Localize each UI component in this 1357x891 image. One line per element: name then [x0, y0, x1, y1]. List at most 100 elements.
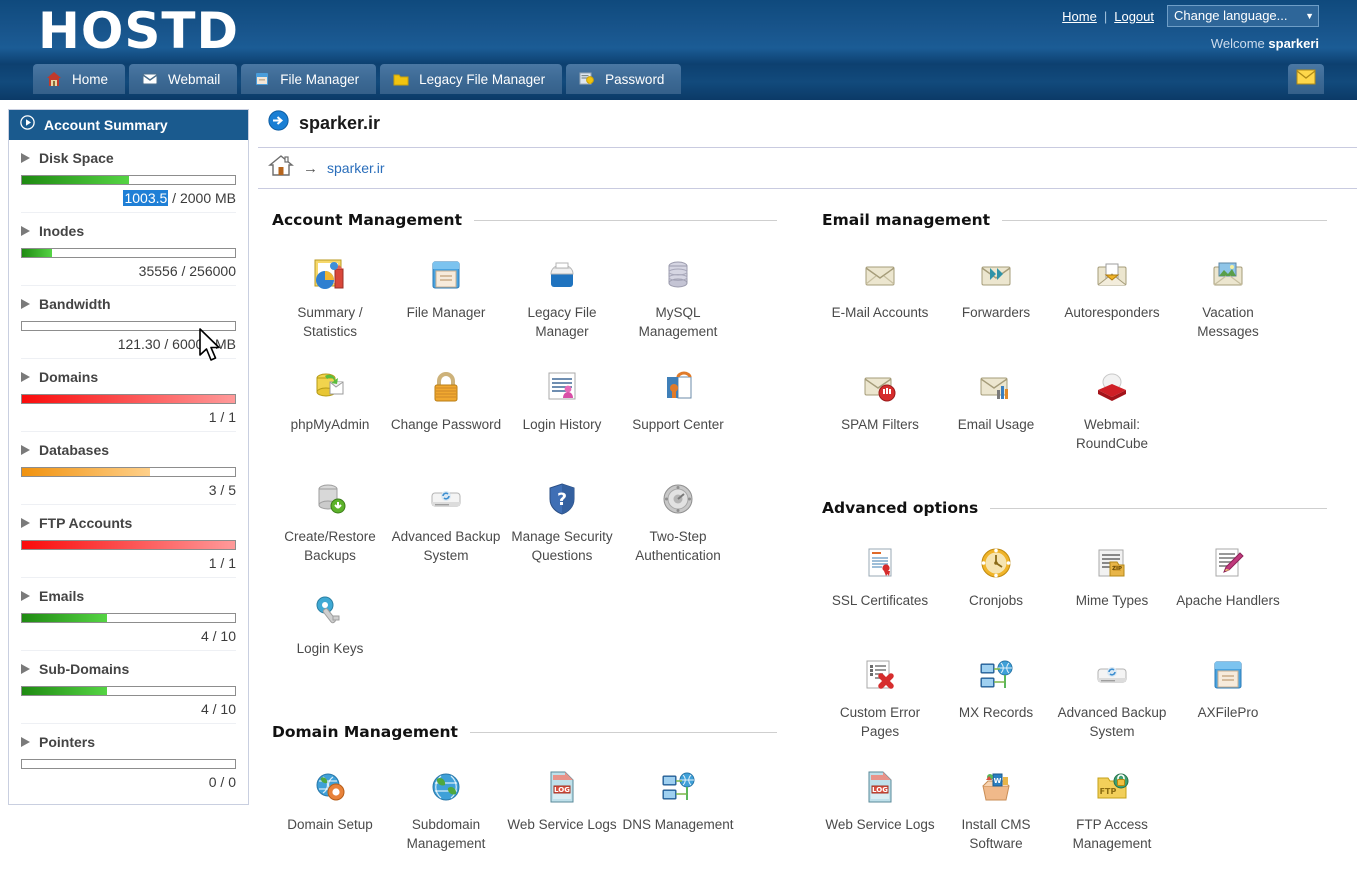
triangle-right-icon	[21, 737, 30, 747]
sidebar-resource-bandwidth[interactable]: Bandwidth 121.30 / 60000 MB	[21, 286, 236, 359]
sidebar-resource-ftp-accounts[interactable]: FTP Accounts 1 / 1	[21, 505, 236, 578]
tool-manage-security-questions[interactable]: ? Manage Security Questions	[504, 475, 620, 587]
header-logout-link[interactable]: Logout	[1114, 9, 1154, 24]
tool-ssl-certificates[interactable]: SSL Certificates	[822, 539, 938, 651]
house-icon	[45, 70, 63, 88]
tool-web-service-logs[interactable]: LOG Web Service Logs	[822, 763, 938, 875]
sidebar-resource-pointers[interactable]: Pointers 0 / 0	[21, 724, 236, 796]
tool-two-step-authentication[interactable]: Two-Step Authentication	[620, 475, 736, 587]
key-icon	[310, 591, 350, 631]
section-email-management: Email management E-Mail Accounts Forwarder…	[822, 211, 1327, 475]
tool-domain-setup[interactable]: Domain Setup	[272, 763, 388, 875]
resource-label-row: Domains	[21, 369, 236, 385]
tab-webmail[interactable]: Webmail	[129, 64, 238, 94]
chart-pie-icon	[310, 255, 350, 295]
tool-file-manager[interactable]: File Manager	[388, 251, 504, 363]
triangle-right-icon	[21, 591, 30, 601]
sidebar-resource-sub-domains[interactable]: Sub-Domains 4 / 10	[21, 651, 236, 724]
tab-legacy-file-manager[interactable]: Legacy File Manager	[380, 64, 563, 94]
tool-mysql-management[interactable]: MySQL Management	[620, 251, 736, 363]
usage-progress-bar	[21, 321, 236, 331]
section-title: Account Management	[272, 211, 462, 229]
tab-home[interactable]: Home	[33, 64, 126, 94]
resource-label-row: Bandwidth	[21, 296, 236, 312]
network-globe-icon	[658, 767, 698, 807]
section-header: Email management	[822, 211, 1327, 229]
tool-subdomain-management[interactable]: Subdomain Management	[388, 763, 504, 875]
document-error-icon	[860, 655, 900, 695]
tool-summary-statistics[interactable]: Summary / Statistics	[272, 251, 388, 363]
envelope-icon	[1296, 69, 1316, 90]
usage-value: 4 / 10	[21, 628, 236, 644]
tool-label: DNS Management	[622, 817, 734, 832]
tool-label: Login History	[522, 417, 602, 432]
sidebar-resource-databases[interactable]: Databases 3 / 5	[21, 432, 236, 505]
resource-name: FTP Accounts	[39, 515, 133, 531]
main-navigation-bar: Home Webmail File Manager Legacy File Ma…	[0, 64, 1357, 100]
tool-e-mail-accounts[interactable]: E-Mail Accounts	[822, 251, 938, 363]
tool-advanced-backup-system[interactable]: Advanced Backup System	[388, 475, 504, 587]
tool-vacation-messages[interactable]: Vacation Messages	[1170, 251, 1286, 363]
log-file-icon: LOG	[860, 767, 900, 807]
tool-apache-handlers[interactable]: Apache Handlers	[1170, 539, 1286, 651]
usage-value-selected[interactable]: 1003.5	[123, 190, 169, 206]
tab-password[interactable]: Password	[566, 64, 682, 94]
blue-arrow-circle-icon	[268, 110, 289, 136]
tool-ftp-access-management[interactable]: FTP FTP Access Management	[1054, 763, 1170, 875]
tool-spam-filters[interactable]: SPAM Filters	[822, 363, 938, 475]
tool-webmail-roundcube[interactable]: Webmail: RoundCube	[1054, 363, 1170, 475]
tool-email-usage[interactable]: Email Usage	[938, 363, 1054, 475]
change-language-select[interactable]: Change language... ▼	[1167, 5, 1319, 27]
usage-value-text: 4 / 10	[200, 628, 236, 644]
sidebar-title: Account Summary	[44, 117, 168, 133]
tool-change-password[interactable]: Change Password	[388, 363, 504, 475]
envelope-icon	[860, 255, 900, 295]
tool-label: Manage Security Questions	[511, 529, 613, 564]
tool-support-center[interactable]: Support Center	[620, 363, 736, 475]
section-account-management: Account Management Summary / Statistics Fi…	[272, 211, 777, 699]
tool-label: Two-Step Authentication	[635, 529, 721, 564]
tool-install-cms-software[interactable]: W Install CMS Software	[938, 763, 1054, 875]
tool-label: Legacy File Manager	[527, 305, 597, 340]
tool-label: Install CMS Software	[961, 817, 1031, 852]
sidebar-resource-disk-space[interactable]: Disk Space 1003.5 / 2000 MB	[21, 140, 236, 213]
tool-label: Email Usage	[957, 417, 1035, 432]
tool-phpmyadmin[interactable]: phpMyAdmin	[272, 363, 388, 475]
sidebar-resource-emails[interactable]: Emails 4 / 10	[21, 578, 236, 651]
icon-grid: SSL Certificates Cronjobs ZIP Mime Types Apa…	[822, 539, 1327, 875]
tool-label: Advanced Backup System	[391, 529, 501, 564]
resource-name: Bandwidth	[39, 296, 111, 312]
usage-value-text: 1 / 1	[208, 555, 236, 571]
tool-label: FTP Access Management	[1072, 817, 1152, 852]
document-pen-icon	[1208, 543, 1248, 583]
tool-mime-types[interactable]: ZIP Mime Types	[1054, 539, 1170, 651]
change-language-label: Change language...	[1174, 8, 1288, 23]
tab-file-manager[interactable]: File Manager	[241, 64, 377, 94]
tool-advanced-backup-system[interactable]: Advanced Backup System	[1054, 651, 1170, 763]
page-title-text: sparker.ir	[299, 112, 381, 133]
padlock-icon	[426, 367, 466, 407]
tool-web-service-logs[interactable]: LOG Web Service Logs	[504, 763, 620, 875]
tool-login-keys[interactable]: Login Keys	[272, 587, 388, 699]
tool-legacy-file-manager[interactable]: Legacy File Manager	[504, 251, 620, 363]
tool-autoresponders[interactable]: Autoresponders	[1054, 251, 1170, 363]
breadcrumb-current[interactable]: sparker.ir	[327, 160, 385, 176]
header-home-link[interactable]: Home	[1062, 9, 1097, 24]
header-mail-button[interactable]	[1288, 64, 1324, 94]
tool-login-history[interactable]: Login History	[504, 363, 620, 475]
tool-dns-management[interactable]: DNS Management	[620, 763, 736, 875]
tool-create-restore-backups[interactable]: Create/Restore Backups	[272, 475, 388, 587]
tool-forwarders[interactable]: Forwarders	[938, 251, 1054, 363]
sidebar-resource-domains[interactable]: Domains 1 / 1	[21, 359, 236, 432]
page-title: sparker.ir	[258, 100, 1357, 147]
tool-custom-error-pages[interactable]: Custom Error Pages	[822, 651, 938, 763]
tool-mx-records[interactable]: MX Records	[938, 651, 1054, 763]
tool-cronjobs[interactable]: Cronjobs	[938, 539, 1054, 651]
home-icon[interactable]	[268, 154, 294, 183]
tool-axfilepro[interactable]: AXFilePro	[1170, 651, 1286, 763]
file-drawer-icon	[426, 255, 466, 295]
resource-name: Disk Space	[39, 150, 114, 166]
tool-label: Support Center	[632, 417, 724, 432]
sidebar-resource-inodes[interactable]: Inodes 35556 / 256000	[21, 213, 236, 286]
